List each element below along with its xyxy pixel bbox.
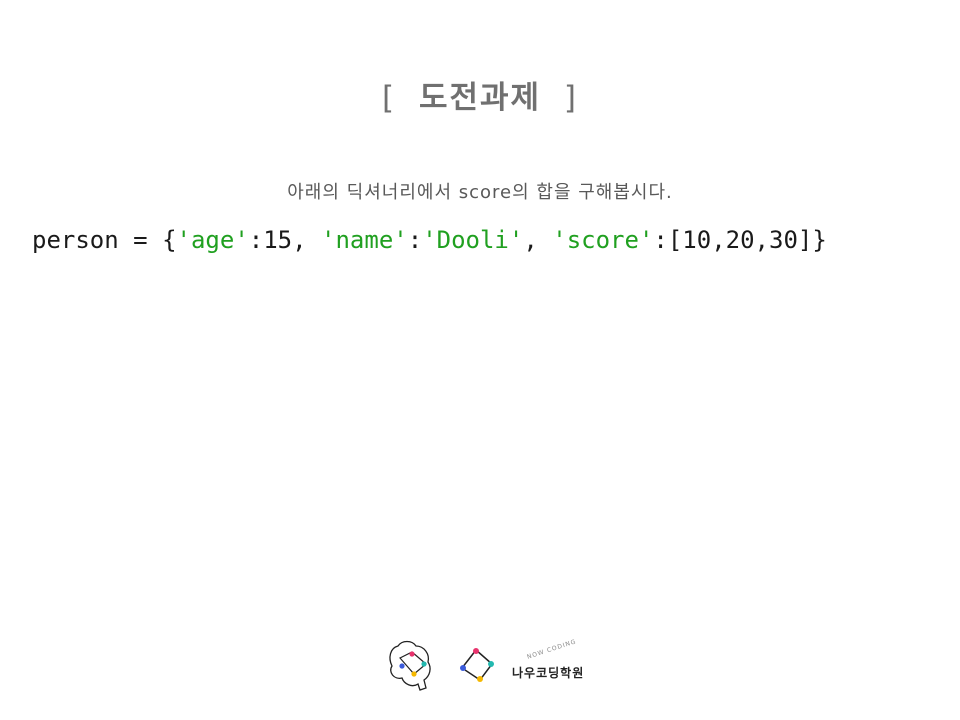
code-key-score: 'score' (552, 226, 654, 254)
code-key-age: 'age' (176, 226, 249, 254)
code-var: person (32, 226, 119, 254)
code-eq: = (118, 226, 163, 254)
code-open-brace: { (162, 226, 177, 254)
code-key-name: 'name' (321, 226, 408, 254)
code-close-brace: } (812, 226, 827, 254)
title-text: 도전과제 (418, 80, 542, 116)
logo-name: 나우코딩학원 (512, 666, 585, 680)
slide-title: [ 도전과제 ] (0, 72, 960, 117)
footer-logo: NOW CODING 나우코딩학원 (386, 636, 606, 692)
instruction-text: 아래의 딕셔너리에서 score의 합을 구해봅시다. (287, 182, 673, 203)
code-val-name: 'Dooli' (422, 226, 524, 254)
code-val-age: 15 (263, 226, 293, 254)
code-colon: : (407, 226, 423, 254)
brain-logo-icon (389, 640, 431, 691)
code-sep: , (292, 226, 322, 254)
title-close-bracket: ] (563, 80, 578, 116)
code-colon: : (248, 226, 264, 254)
code-sep: , (523, 226, 553, 254)
diamond-logo-icon (460, 648, 494, 682)
code-val-score: [10,20,30] (667, 226, 813, 254)
code-colon: : (653, 226, 668, 254)
title-open-bracket: [ (382, 80, 397, 116)
code-line: person = {'age':15, 'name':'Dooli', 'sco… (32, 226, 827, 254)
